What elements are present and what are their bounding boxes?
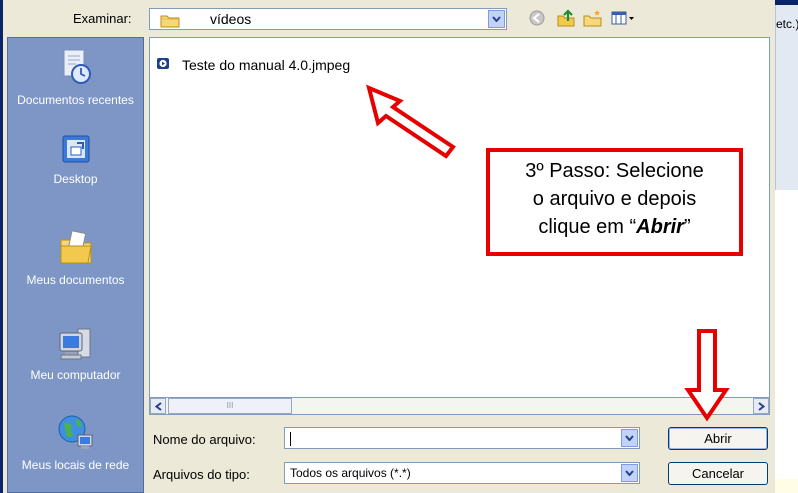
filename-dropdown-button[interactable]	[621, 429, 638, 447]
place-my-computer[interactable]: Meu computador	[8, 327, 143, 382]
background-fragment-text: etc.)	[776, 17, 798, 31]
place-label: Desktop	[53, 172, 98, 186]
views-menu-icon[interactable]	[610, 9, 636, 30]
place-desktop[interactable]: Desktop	[8, 133, 143, 186]
back-icon[interactable]	[528, 9, 546, 30]
media-file-icon	[156, 56, 170, 73]
arrow-to-open-button-icon	[684, 329, 730, 422]
scroll-left-button[interactable]	[150, 398, 166, 414]
place-label: Meus locais de rede	[21, 458, 130, 472]
filename-label: Nome do arquivo:	[153, 432, 256, 447]
chevron-down-icon	[625, 470, 634, 476]
place-label: Meu computador	[30, 368, 121, 382]
chevron-down-icon	[492, 16, 501, 22]
look-in-dropdown-button[interactable]	[488, 10, 505, 28]
place-label: Documentos recentes	[17, 93, 134, 107]
filename-input[interactable]	[284, 427, 640, 449]
place-network[interactable]: Meus locais de rede	[8, 413, 143, 472]
chevron-right-icon	[757, 401, 765, 411]
arrow-to-file-icon	[366, 84, 456, 159]
place-my-documents[interactable]: Meus documentos	[8, 228, 143, 287]
look-in-value: vídeos	[210, 11, 252, 27]
cancel-button[interactable]: Cancelar	[668, 462, 768, 485]
list-item[interactable]: Teste do manual 4.0.jmpeg	[156, 56, 350, 73]
scroll-right-button[interactable]	[753, 398, 769, 414]
background-panel: etc.)	[775, 5, 798, 190]
text-cursor	[290, 431, 291, 446]
network-places-icon	[56, 415, 96, 456]
filetype-label: Arquivos do tipo:	[153, 467, 250, 482]
places-bar: Documentos recentes Desktop Meus documen…	[7, 37, 144, 493]
instruction-callout: 3º Passo: Selecione o arquivo e depois c…	[486, 148, 743, 256]
new-folder-icon[interactable]	[583, 9, 603, 30]
look-in-combobox[interactable]: vídeos	[149, 8, 507, 30]
recent-documents-icon	[59, 49, 93, 91]
horizontal-scrollbar[interactable]: III	[149, 397, 770, 415]
scrollbar-thumb[interactable]: III	[168, 398, 292, 414]
chevron-down-icon	[625, 435, 634, 441]
folder-icon	[160, 13, 180, 31]
place-label: Meus documentos	[26, 273, 125, 287]
chevron-left-icon	[154, 401, 162, 411]
file-name: Teste do manual 4.0.jmpeg	[182, 56, 351, 73]
up-folder-icon[interactable]	[556, 9, 576, 30]
look-in-label: Examinar:	[73, 11, 132, 26]
filetype-select[interactable]: Todos os arquivos (*.*)	[284, 462, 640, 484]
open-button[interactable]: Abrir	[668, 427, 768, 450]
my-documents-icon	[58, 230, 94, 271]
filetype-dropdown-button[interactable]	[621, 464, 638, 482]
place-recent-documents[interactable]: Documentos recentes	[8, 48, 143, 107]
background-window: etc.)	[775, 5, 798, 493]
desktop-icon	[59, 135, 93, 170]
my-computer-icon	[56, 328, 96, 366]
